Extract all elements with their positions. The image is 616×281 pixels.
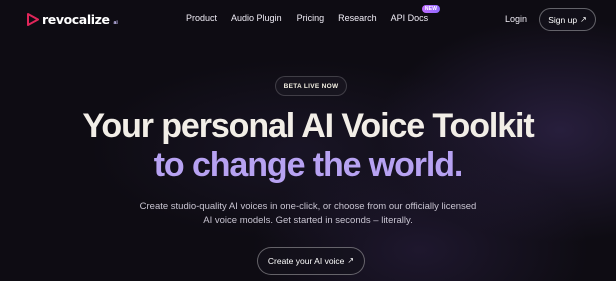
nav-research[interactable]: Research <box>338 13 377 23</box>
beta-badge: BETA LIVE NOW <box>275 76 347 96</box>
main-nav: Product Audio Plugin Pricing Research AP… <box>186 5 441 23</box>
nav-api-docs[interactable]: API Docs NEW <box>390 5 441 23</box>
top-navbar: revocalize ai Product Audio Plugin Prici… <box>0 0 616 40</box>
nav-pricing[interactable]: Pricing <box>297 13 325 23</box>
arrow-up-right-icon: ↗ <box>347 256 355 265</box>
arrow-up-right-icon: ↗ <box>580 14 587 24</box>
create-voice-label: Create your AI voice <box>267 256 345 266</box>
hero-subtitle-line1: Create studio-quality AI voices in one-c… <box>139 201 477 212</box>
nav-product[interactable]: Product <box>186 13 217 23</box>
new-badge: NEW <box>421 5 441 13</box>
play-logo-icon <box>27 13 39 26</box>
nav-api-docs-label: API Docs <box>390 13 429 23</box>
login-link[interactable]: Login <box>505 14 527 24</box>
hero-title-accent: to change the world. <box>153 146 464 184</box>
signup-label: Sign up <box>548 14 578 25</box>
create-voice-button[interactable]: Create your AI voice ↗ <box>257 247 365 275</box>
nav-audio-plugin[interactable]: Audio Plugin <box>231 13 282 23</box>
signup-button[interactable]: Sign up ↗ <box>539 8 596 31</box>
hero-subtitle-line2: AI voice models. Get started in seconds … <box>203 215 413 226</box>
hero-subtitle: Create studio-quality AI voices in one-c… <box>0 200 616 228</box>
brand-logo[interactable]: revocalize ai <box>27 12 118 27</box>
hero-title: Your personal AI Voice Toolkit <box>82 107 534 145</box>
brand-name: revocalize <box>42 12 110 27</box>
brand-suffix: ai <box>113 19 118 26</box>
